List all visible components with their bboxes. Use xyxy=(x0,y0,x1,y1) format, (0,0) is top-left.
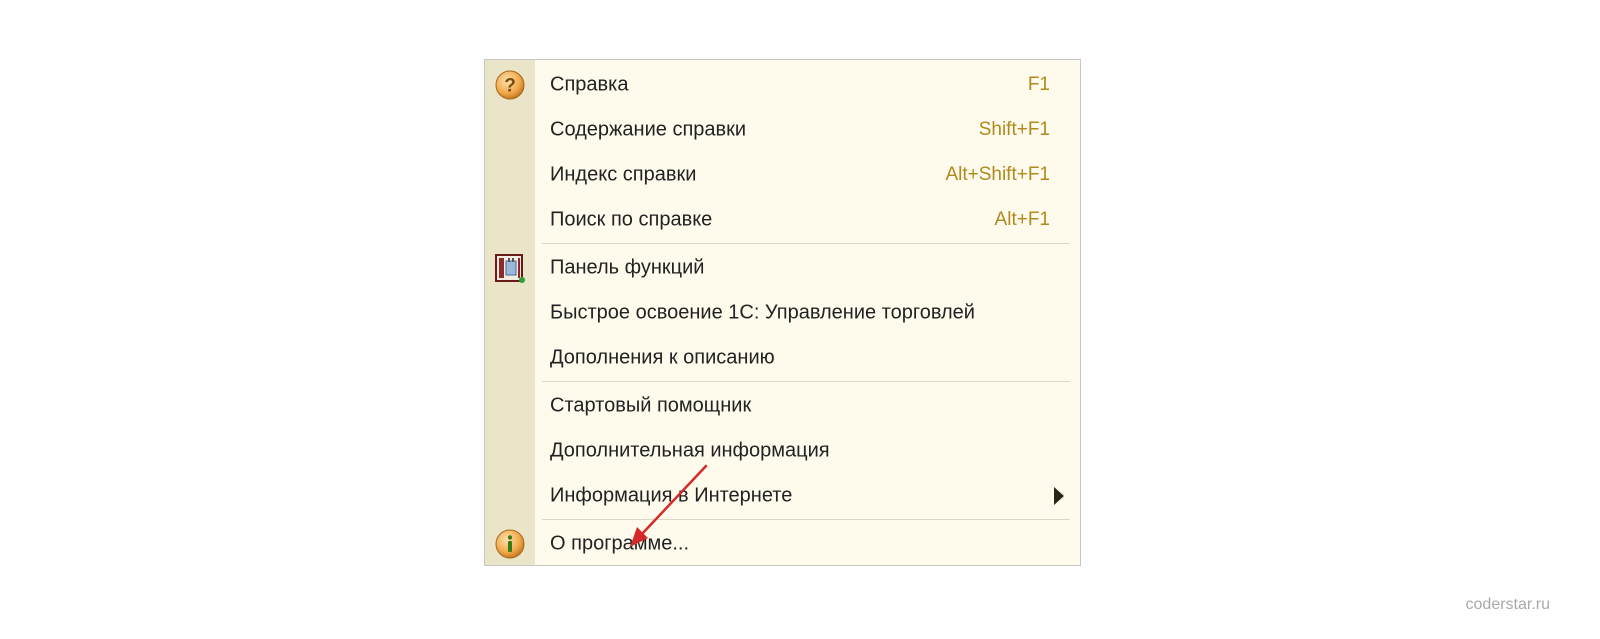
menu-item-label: Панель функций xyxy=(550,256,705,278)
menu-item-help-search[interactable]: Поиск по справке Alt+F1 xyxy=(485,197,1080,242)
menu-item-label: Дополнения к описанию xyxy=(550,346,775,368)
help-context-menu: ? Справка F1 Содержание справки Shift+F1… xyxy=(484,59,1081,566)
menu-item-function-panel[interactable]: Панель функций xyxy=(485,245,1080,290)
menu-item-start-assistant[interactable]: Стартовый помощник xyxy=(485,383,1080,428)
menu-item-label: Дополнительная информация xyxy=(550,439,830,461)
menu-item-description-additions[interactable]: Дополнения к описанию xyxy=(485,335,1080,380)
menu-item-label: Стартовый помощник xyxy=(550,394,752,416)
info-icon xyxy=(494,528,526,560)
menu-item-help[interactable]: ? Справка F1 xyxy=(485,62,1080,107)
menu-item-label: Быстрое освоение 1С: Управление торговле… xyxy=(550,301,975,323)
menu-separator xyxy=(542,381,1070,382)
svg-text:?: ? xyxy=(504,75,516,96)
menu-item-label: Информация в Интернете xyxy=(550,484,793,506)
shortcut-label: Alt+Shift+F1 xyxy=(945,163,1050,185)
menu-item-label: Справка xyxy=(550,73,629,95)
menu-separator xyxy=(542,519,1070,520)
menu-item-label: Содержание справки xyxy=(550,118,747,140)
watermark: coderstar.ru xyxy=(1465,596,1550,613)
menu-item-internet-info[interactable]: Информация в Интернете xyxy=(485,473,1080,518)
function-panel-icon xyxy=(494,252,526,284)
menu-separator xyxy=(542,243,1070,244)
menu-item-label: Индекс справки xyxy=(550,163,697,185)
menu-item-help-contents[interactable]: Содержание справки Shift+F1 xyxy=(485,107,1080,152)
menu-item-label: О программе... xyxy=(550,532,690,554)
shortcut-label: Shift+F1 xyxy=(978,118,1050,140)
menu-item-quick-learning[interactable]: Быстрое освоение 1С: Управление торговле… xyxy=(485,290,1080,335)
shortcut-label: Alt+F1 xyxy=(994,208,1050,230)
menu-item-label: Поиск по справке xyxy=(550,208,713,230)
help-icon: ? xyxy=(494,69,526,101)
screenshot-stage: ? Справка F1 Содержание справки Shift+F1… xyxy=(0,0,1600,639)
menu-item-about[interactable]: О программе... xyxy=(485,521,1080,566)
menu-item-help-index[interactable]: Индекс справки Alt+Shift+F1 xyxy=(485,152,1080,197)
menu-item-additional-info[interactable]: Дополнительная информация xyxy=(485,428,1080,473)
shortcut-label: F1 xyxy=(1027,73,1050,95)
submenu-arrow-icon xyxy=(1054,486,1064,505)
